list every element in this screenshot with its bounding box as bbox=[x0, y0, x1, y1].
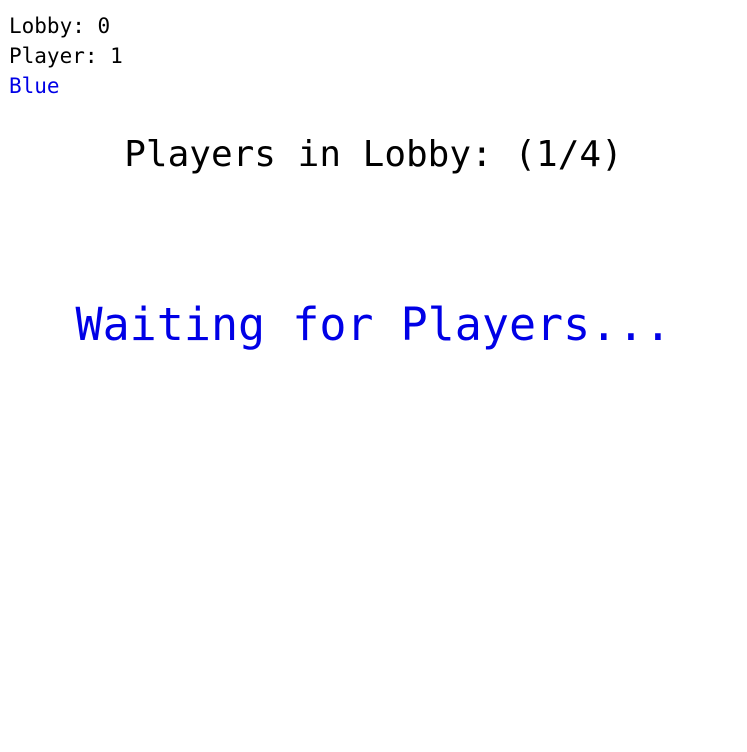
player-number-label: Player: 1 bbox=[9, 44, 123, 68]
players-in-lobby-counter: Players in Lobby: (1/4) bbox=[124, 134, 623, 175]
player-info-panel: Lobby: 0 Player: 1 Blue bbox=[9, 11, 123, 101]
waiting-for-players-message: Waiting for Players... bbox=[75, 298, 672, 351]
team-color-label: Blue bbox=[9, 74, 60, 98]
lobby-number-label: Lobby: 0 bbox=[9, 14, 111, 38]
